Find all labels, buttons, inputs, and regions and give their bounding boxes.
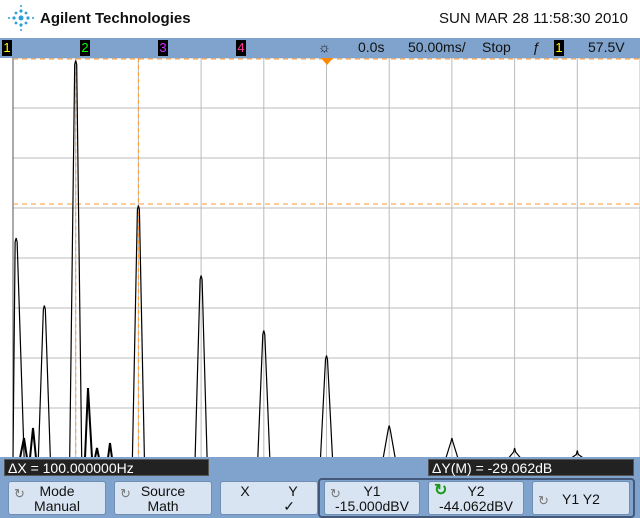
- softkey-panel: ΔX = 100.000000Hz ΔY(M) = -29.062dB ↻ Mod…: [0, 457, 640, 518]
- rotate-knob-icon: ↻: [538, 493, 549, 508]
- channel-3-indicator[interactable]: 3: [158, 40, 168, 56]
- rotate-knob-icon: ↻: [14, 486, 25, 501]
- rotate-knob-icon: ↻: [330, 486, 341, 501]
- delta-y-readout: ΔY(M) = -29.062dB: [428, 459, 634, 476]
- y2-softkey[interactable]: ↻ Y2 -44.062dBV: [428, 481, 524, 515]
- rotate-knob-icon: ↻: [120, 486, 131, 501]
- source-softkey[interactable]: ↻ Source Math: [114, 481, 212, 515]
- brand-name: Agilent Technologies: [40, 10, 191, 27]
- x-option: X: [240, 483, 250, 499]
- spectrum-noise: [19, 387, 113, 458]
- checkmark-icon: ✓: [283, 498, 295, 514]
- status-bar: 1 2 3 4 ☼ 0.0s 50.00ms/ Stop ƒ 1 57.5V: [0, 38, 640, 58]
- waveform-display[interactable]: [0, 58, 640, 458]
- acquisition-icon: ☼: [318, 39, 331, 55]
- y-option: Y: [288, 483, 298, 499]
- run-state[interactable]: Stop: [482, 39, 511, 55]
- channel-1-indicator[interactable]: 1: [2, 40, 12, 56]
- softkey-label: Y1 Y2: [562, 491, 600, 507]
- softkey-value: -15.000dBV: [335, 498, 409, 514]
- channel-2-indicator[interactable]: 2: [80, 40, 90, 56]
- y1-softkey[interactable]: ↻ Y1 -15.000dBV: [324, 481, 420, 515]
- trigger-position-marker: [321, 58, 333, 65]
- delay-value: 0.0s: [358, 39, 385, 55]
- softkey-value: Manual: [34, 498, 80, 514]
- spectrum-trace: [12, 60, 584, 458]
- y1-y2-softkey[interactable]: ↻ Y1 Y2: [532, 481, 630, 515]
- delta-x-readout: ΔX = 100.000000Hz: [4, 459, 209, 476]
- timebase-value: 50.00ms/: [408, 39, 466, 55]
- trigger-level: 57.5V: [588, 39, 625, 55]
- rising-edge-icon: ƒ: [532, 39, 540, 55]
- softkey-value: -44.062dBV: [439, 498, 513, 514]
- mode-softkey[interactable]: ↻ Mode Manual: [8, 481, 106, 515]
- softkey-value: Math: [147, 498, 179, 514]
- agilent-logo-icon: [8, 5, 34, 31]
- channel-4-indicator[interactable]: 4: [236, 40, 246, 56]
- active-knob-icon: ↻: [434, 482, 448, 499]
- datetime: SUN MAR 28 11:58:30 2010: [438, 10, 628, 27]
- xy-softkey[interactable]: X Y ✓: [220, 481, 318, 515]
- trigger-channel: 1: [554, 40, 564, 56]
- header: Agilent Technologies SUN MAR 28 11:58:30…: [0, 0, 640, 38]
